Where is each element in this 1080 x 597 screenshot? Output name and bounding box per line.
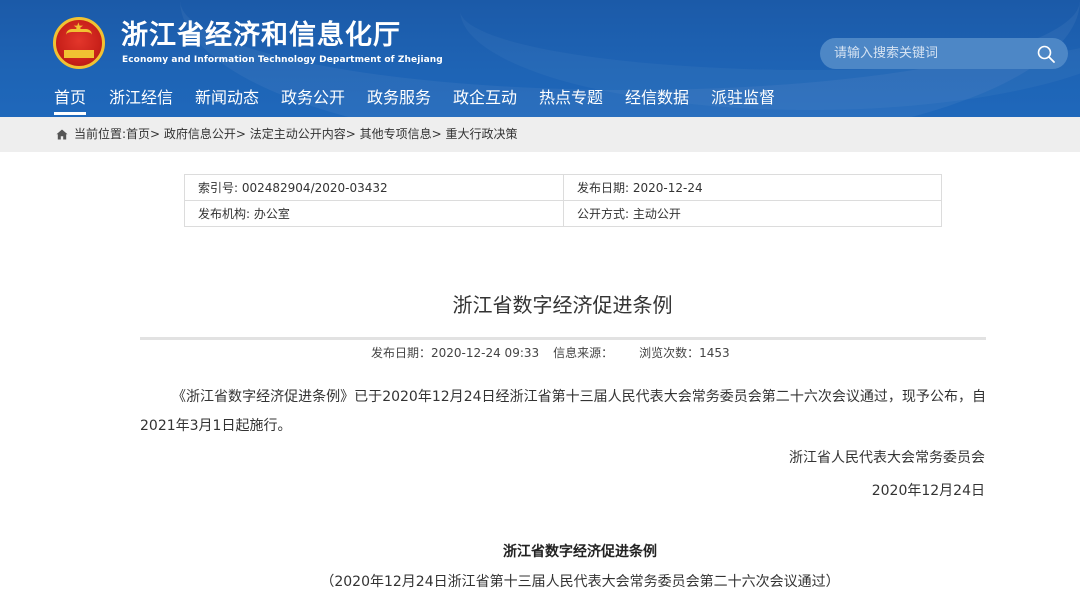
nav-item-supervision[interactable]: 派驻监督 [711, 85, 775, 111]
title-divider [140, 337, 986, 340]
document-meta-table: 索引号: 002482904/2020-03432 发布日期: 2020-12-… [184, 174, 942, 227]
law-adoption-note: （2020年12月24日浙江省第十三届人民代表大会常务委员会第二十六次会议通过） [320, 574, 840, 590]
open-mode: 公开方式: 主动公开 [563, 200, 942, 227]
site-subtitle: Economy and Information Technology Depar… [122, 55, 443, 65]
nav-item-gov-affairs-open[interactable]: 政务公开 [281, 85, 345, 111]
search-input[interactable] [820, 38, 1020, 69]
site-header: ★ 浙江省经济和信息化厅 Economy and Information Tec… [0, 0, 1080, 117]
index-number: 索引号: 002482904/2020-03432 [184, 174, 564, 201]
nav-item-interaction[interactable]: 政企互动 [453, 85, 517, 111]
article-title: 浙江省数字经济促进条例 [452, 293, 673, 317]
search-box [820, 38, 1068, 69]
breadcrumb: 当前位置:首页> 政府信息公开> 法定主动公开内容> 其他专项信息> 重大行政决… [56, 127, 518, 142]
view-count: 浏览次数：1453 [639, 346, 730, 360]
article-paragraph: 《浙江省数字经济促进条例》已于2020年12月24日经浙江省第十三届人民代表大会… [140, 389, 986, 434]
publish-time: 发布日期：2020-12-24 09:33 [371, 346, 540, 360]
meta-publish-date: 发布日期: 2020-12-24 [563, 174, 942, 201]
site-title[interactable]: 浙江省经济和信息化厅 [121, 18, 401, 54]
law-title: 浙江省数字经济促进条例 [503, 544, 657, 560]
nav-item-hot-topics[interactable]: 热点专题 [539, 85, 603, 111]
nav-item-data[interactable]: 经信数据 [625, 85, 689, 111]
home-icon [56, 129, 68, 140]
nav-item-zhejiang-jingxin[interactable]: 浙江经信 [109, 85, 173, 111]
signature-organization: 浙江省人民代表大会常务委员会 [789, 450, 985, 466]
main-nav: 首页 浙江经信 新闻动态 政务公开 政务服务 政企互动 热点专题 经信数据 派驻… [0, 85, 1080, 117]
nav-item-gov-services[interactable]: 政务服务 [367, 85, 431, 111]
breadcrumb-text[interactable]: 当前位置:首页> 政府信息公开> 法定主动公开内容> 其他专项信息> 重大行政决… [74, 127, 518, 141]
national-emblem-icon[interactable]: ★ [53, 17, 105, 69]
breadcrumb-bar: 当前位置:首页> 政府信息公开> 法定主动公开内容> 其他专项信息> 重大行政决… [0, 117, 1080, 152]
publisher: 发布机构: 办公室 [184, 200, 564, 227]
search-icon[interactable] [1036, 44, 1056, 64]
info-source: 信息来源： [553, 346, 614, 360]
nav-item-home[interactable]: 首页 [54, 85, 87, 115]
article-meta: 发布日期：2020-12-24 09:33 信息来源： 浏览次数：1453 [371, 344, 744, 361]
nav-item-news[interactable]: 新闻动态 [195, 85, 259, 111]
signature-date: 2020年12月24日 [871, 483, 985, 499]
